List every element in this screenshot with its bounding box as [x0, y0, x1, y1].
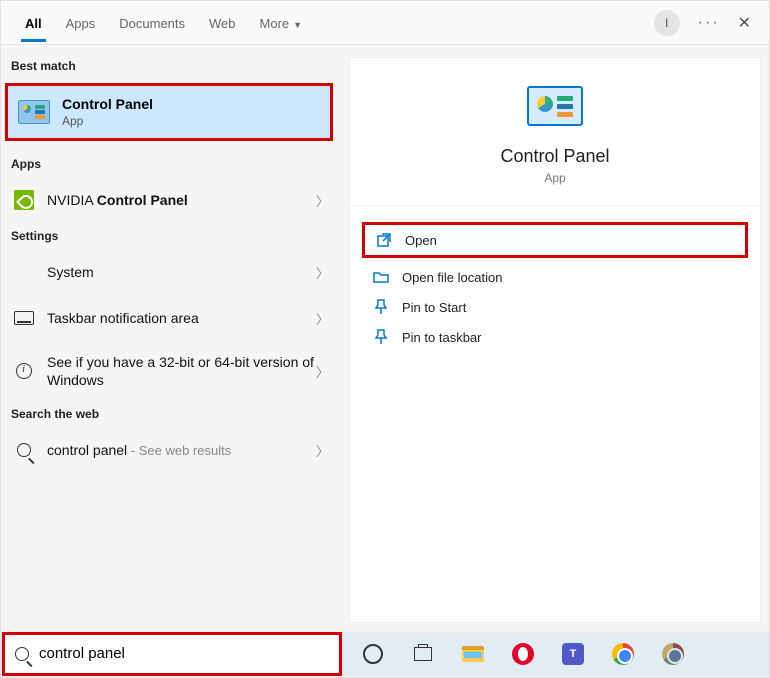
search-icon: [15, 647, 29, 661]
cortana-icon: [363, 644, 383, 664]
chevron-down-icon: ▼: [293, 20, 302, 30]
setting-system[interactable]: System 〉: [1, 249, 341, 295]
chevron-right-icon: 〉: [316, 362, 329, 381]
setting-taskbar-notification[interactable]: Taskbar notification area 〉: [1, 295, 341, 341]
user-avatar[interactable]: I: [654, 10, 680, 36]
pin-icon: [370, 299, 392, 315]
search-icon: [17, 443, 31, 457]
nvidia-icon: [14, 190, 34, 210]
action-open-file-location[interactable]: Open file location: [362, 262, 748, 292]
best-match-subtitle: App: [62, 114, 153, 128]
opera-icon: [512, 643, 534, 665]
action-pin-to-taskbar[interactable]: Pin to taskbar: [362, 322, 748, 352]
pin-icon: [370, 329, 392, 345]
chrome-button[interactable]: [610, 641, 636, 667]
search-input[interactable]: [39, 645, 329, 662]
search-web-label: Search the web: [1, 401, 341, 427]
tab-web[interactable]: Web: [197, 4, 248, 41]
tab-apps[interactable]: Apps: [54, 4, 108, 41]
settings-label: Settings: [1, 223, 341, 249]
tab-documents[interactable]: Documents: [107, 4, 197, 41]
control-panel-icon-large: [527, 86, 583, 126]
taskbar: T: [342, 632, 769, 676]
apps-label: Apps: [1, 151, 341, 177]
preview-pane: Control Panel App Open Open file locatio…: [349, 57, 761, 623]
open-icon: [373, 232, 395, 248]
best-match-title: Control Panel: [62, 96, 153, 112]
taskbar-icon: [14, 311, 34, 325]
best-match-result[interactable]: Control Panel App: [5, 83, 333, 141]
preview-subtitle: App: [544, 171, 565, 185]
chevron-right-icon: 〉: [316, 309, 329, 328]
chevron-right-icon: 〉: [316, 191, 329, 210]
tab-all[interactable]: All: [13, 4, 54, 41]
task-view-button[interactable]: [410, 641, 436, 667]
info-icon: [16, 363, 32, 379]
file-explorer-icon: [462, 646, 484, 662]
search-box[interactable]: [2, 632, 342, 676]
control-panel-icon: [18, 100, 50, 124]
teams-icon: T: [562, 643, 584, 665]
close-button[interactable]: ✕: [738, 13, 751, 33]
setting-system-type[interactable]: See if you have a 32-bit or 64-bit versi…: [1, 341, 341, 401]
search-tabs: All Apps Documents Web More▼ I ··· ✕: [1, 1, 769, 45]
app-result-nvidia[interactable]: NVIDIA Control Panel 〉: [1, 177, 341, 223]
action-pin-to-start[interactable]: Pin to Start: [362, 292, 748, 322]
task-view-icon: [414, 647, 432, 661]
chevron-right-icon: 〉: [316, 263, 329, 282]
results-pane: Best match Control Panel App Apps NVIDIA…: [1, 45, 341, 631]
chrome-icon: [662, 643, 684, 665]
chrome-icon: [612, 643, 634, 665]
bottom-row: T: [1, 631, 769, 677]
action-open[interactable]: Open: [362, 222, 748, 258]
best-match-label: Best match: [1, 53, 341, 79]
chrome-alt-button[interactable]: [660, 641, 686, 667]
teams-button[interactable]: T: [560, 641, 586, 667]
more-options-icon[interactable]: ···: [698, 14, 720, 32]
file-explorer-button[interactable]: [460, 641, 486, 667]
tab-more[interactable]: More▼: [248, 4, 315, 41]
preview-title: Control Panel: [500, 146, 609, 167]
web-result[interactable]: control panel - See web results 〉: [1, 427, 341, 473]
cortana-button[interactable]: [360, 641, 386, 667]
folder-icon: [370, 269, 392, 285]
chevron-right-icon: 〉: [316, 441, 329, 460]
opera-button[interactable]: [510, 641, 536, 667]
